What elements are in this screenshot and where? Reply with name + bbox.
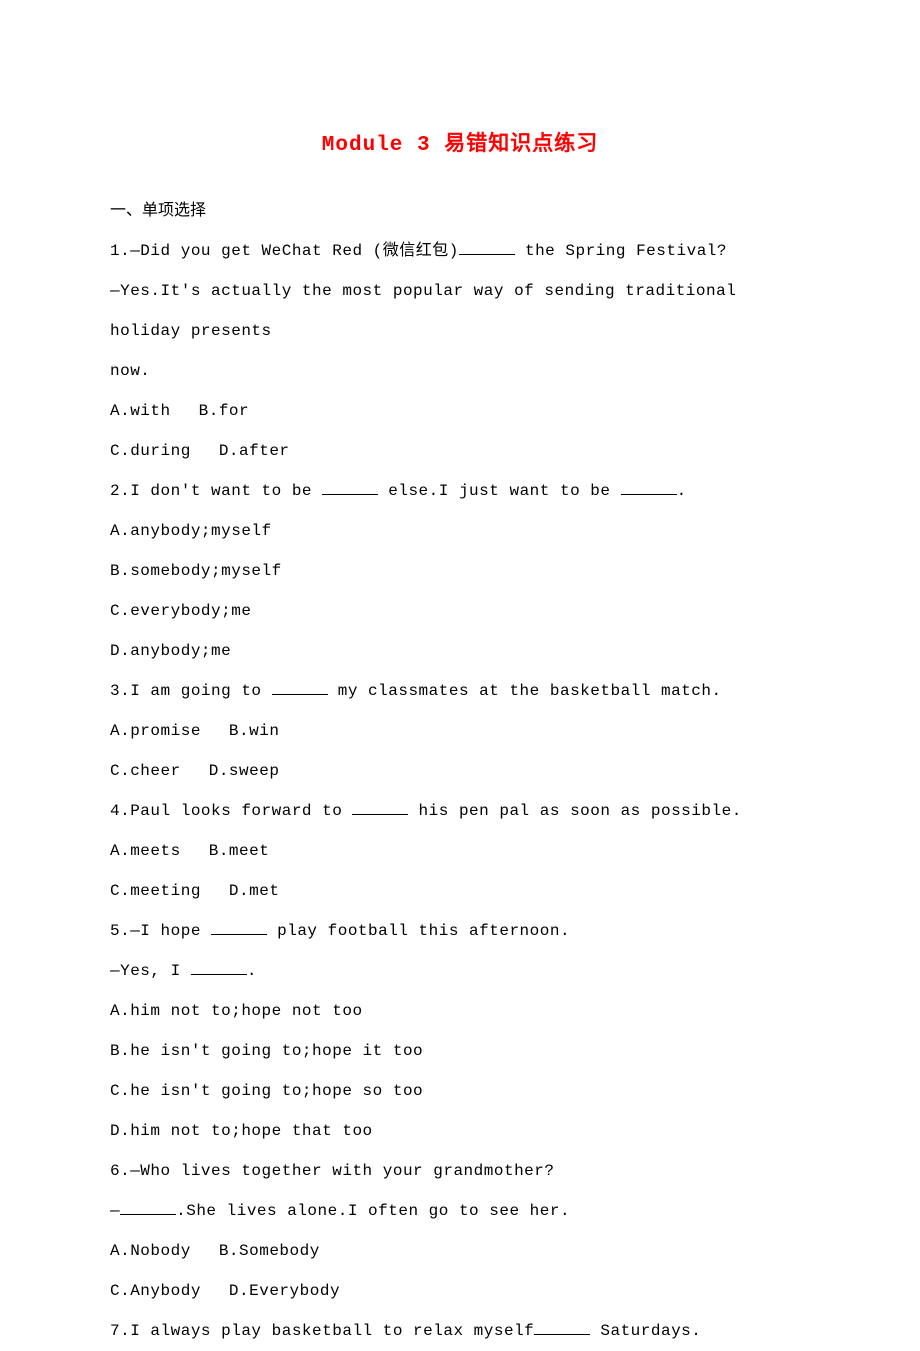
fill-blank (272, 681, 328, 695)
page-title: Module 3 易错知识点练习 (110, 120, 810, 173)
question-number: 3. (110, 682, 130, 700)
option-row: B.he isn't going to;hope it too (110, 1031, 810, 1071)
answer-option: A.Nobody (110, 1242, 191, 1260)
question-text: —Yes, I . (110, 951, 810, 991)
answer-option: A.promise (110, 722, 201, 740)
answer-option: D.him not to;hope that too (110, 1122, 373, 1140)
option-row: A.Nobody B.Somebody (110, 1231, 810, 1271)
question-post-text: play football this afternoon. (267, 922, 570, 940)
option-row: C.during D.after (110, 431, 810, 471)
answer-option: C.he isn't going to;hope so too (110, 1082, 423, 1100)
fill-blank (352, 801, 408, 815)
question-pre-text: — (110, 1202, 120, 1220)
section-header: 一、单项选择 (110, 191, 810, 231)
question-number: 5. (110, 922, 130, 940)
question-pre-text: I don't want to be (130, 482, 322, 500)
answer-option: B.he isn't going to;hope it too (110, 1042, 423, 1060)
answer-option: A.meets (110, 842, 181, 860)
answer-option: D.Everybody (229, 1282, 340, 1300)
option-row: A.with B.for (110, 391, 810, 431)
answer-option: D.met (229, 882, 280, 900)
question-post-text: else.I just want to be (378, 482, 620, 500)
question-number: 7. (110, 1322, 130, 1340)
fill-blank (191, 961, 247, 975)
question-number: 2. (110, 482, 130, 500)
question-text: 7.I always play basketball to relax myse… (110, 1311, 810, 1351)
option-row: C.everybody;me (110, 591, 810, 631)
option-row: C.cheer D.sweep (110, 751, 810, 791)
question-text: 4.Paul looks forward to his pen pal as s… (110, 791, 810, 831)
fill-blank (459, 241, 515, 255)
question-pre-text: —Did you get WeChat Red (微信红包) (130, 242, 459, 260)
answer-option: D.after (219, 442, 290, 460)
question-post-text: my classmates at the basketball match. (328, 682, 722, 700)
fill-blank (322, 481, 378, 495)
question-post-text: .She lives alone.I often go to see her. (176, 1202, 570, 1220)
question-post-text: his pen pal as soon as possible. (408, 802, 741, 820)
option-row: D.him not to;hope that too (110, 1111, 810, 1151)
option-row: A.him not to;hope not too (110, 991, 810, 1031)
answer-option: C.during (110, 442, 191, 460)
option-row: D.anybody;me (110, 631, 810, 671)
answer-option: A.with (110, 402, 171, 420)
answer-option: C.cheer (110, 762, 181, 780)
answer-option: D.anybody;me (110, 642, 231, 660)
fill-blank (120, 1201, 176, 1215)
answer-option: A.anybody;myself (110, 522, 272, 540)
question-text: now. (110, 351, 810, 391)
question-text: 3.I am going to my classmates at the bas… (110, 671, 810, 711)
option-row: C.meeting D.met (110, 871, 810, 911)
question-pre-text: —Yes, I (110, 962, 191, 980)
answer-option: C.meeting (110, 882, 201, 900)
question-number: 4. (110, 802, 130, 820)
question-pre-text: —Who lives together with your grandmothe… (130, 1162, 554, 1180)
answer-option: B.Somebody (219, 1242, 320, 1260)
question-pre-text: I am going to (130, 682, 271, 700)
fill-blank (621, 481, 677, 495)
option-row: A.anybody;myself (110, 511, 810, 551)
question-text: 1.—Did you get WeChat Red (微信红包) the Spr… (110, 231, 810, 271)
option-row: A.meets B.meet (110, 831, 810, 871)
question-pre-text: now. (110, 362, 150, 380)
answer-option: B.somebody;myself (110, 562, 282, 580)
option-row: C.Anybody D.Everybody (110, 1271, 810, 1311)
answer-option: A.him not to;hope not too (110, 1002, 363, 1020)
answer-option: C.everybody;me (110, 602, 251, 620)
question-pre-text: Paul looks forward to (130, 802, 352, 820)
question-post-text: . (247, 962, 257, 980)
option-row: C.he isn't going to;hope so too (110, 1071, 810, 1111)
option-row: A.promise B.win (110, 711, 810, 751)
fill-blank (534, 1321, 590, 1335)
answer-option: B.meet (209, 842, 270, 860)
question-text: —Yes.It's actually the most popular way … (110, 271, 810, 351)
answer-option: B.win (229, 722, 280, 740)
question-pre-text: I always play basketball to relax myself (130, 1322, 534, 1340)
question-text: — .She lives alone.I often go to see her. (110, 1191, 810, 1231)
question-post-text-2: . (677, 482, 687, 500)
question-pre-text: —I hope (130, 922, 211, 940)
question-number: 1. (110, 242, 130, 260)
question-pre-text: —Yes.It's actually the most popular way … (110, 282, 736, 340)
questions-container: 1.—Did you get WeChat Red (微信红包) the Spr… (110, 231, 810, 1351)
option-row: B.somebody;myself (110, 551, 810, 591)
question-text: 5.—I hope play football this afternoon. (110, 911, 810, 951)
answer-option: D.sweep (209, 762, 280, 780)
question-post-text: Saturdays. (590, 1322, 701, 1340)
question-text: 6.—Who lives together with your grandmot… (110, 1151, 810, 1191)
question-post-text: the Spring Festival? (515, 242, 727, 260)
answer-option: B.for (199, 402, 250, 420)
fill-blank (211, 921, 267, 935)
answer-option: C.Anybody (110, 1282, 201, 1300)
question-number: 6. (110, 1162, 130, 1180)
question-text: 2.I don't want to be else.I just want to… (110, 471, 810, 511)
